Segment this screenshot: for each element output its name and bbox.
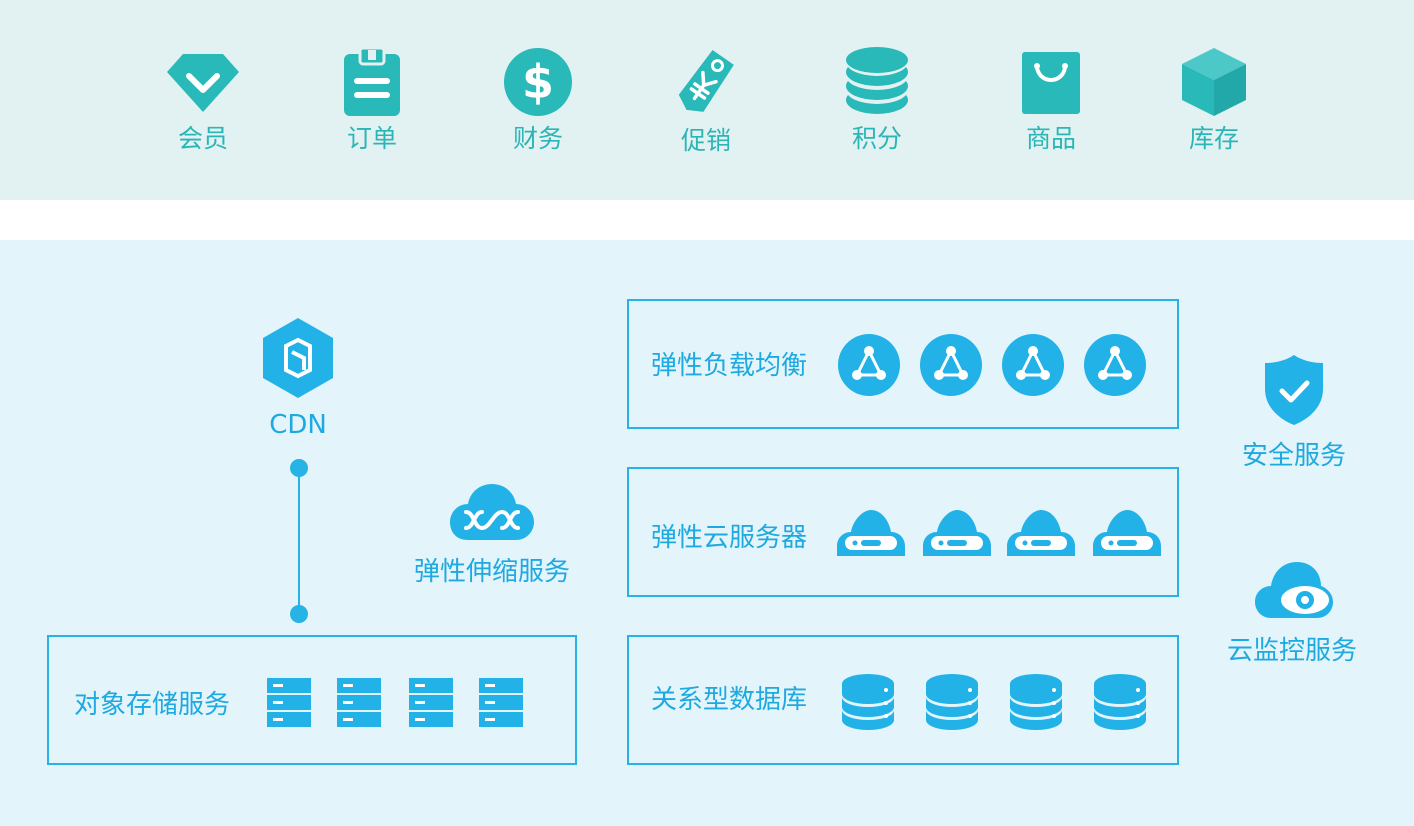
- module-goods-label: 商品: [1025, 124, 1076, 153]
- connector-dot-bottom: [290, 605, 308, 623]
- module-points-label: 积分: [851, 124, 902, 153]
- module-member-label: 会员: [177, 124, 228, 153]
- module-member[interactable]: 会员: [143, 46, 263, 154]
- shopping-bag-icon: [1022, 52, 1080, 114]
- relational-db-label: 关系型数据库: [651, 685, 808, 715]
- diamond-icon: [167, 54, 239, 112]
- cloud-server-icon: [1093, 510, 1161, 556]
- cdn-storage-connector: [298, 468, 300, 614]
- cube-icon: [1182, 48, 1246, 116]
- module-finance[interactable]: $ 财务: [478, 46, 598, 154]
- price-tag-icon: [678, 49, 734, 112]
- object-storage-label: 对象存储服务: [74, 690, 231, 720]
- server-rack-icon: [337, 678, 381, 727]
- svg-text:$: $: [522, 55, 554, 109]
- database-icon: [926, 674, 978, 730]
- shield-check-icon: [1265, 355, 1323, 425]
- cloud-server-label: 弹性云服务器: [651, 523, 808, 553]
- coin-stack-icon: [846, 47, 908, 114]
- module-order[interactable]: 订单: [312, 46, 432, 154]
- database-icon: [1094, 674, 1146, 730]
- security-label: 安全服务: [1241, 441, 1346, 471]
- cdn-label: CDN: [269, 410, 327, 440]
- database-icon: [842, 674, 894, 730]
- module-inventory[interactable]: 库存: [1154, 46, 1274, 154]
- monitoring-label: 云监控服务: [1226, 636, 1357, 666]
- cloud-eye-icon: [1255, 562, 1333, 618]
- server-rack-icon: [409, 678, 453, 727]
- server-rack-icon: [479, 678, 523, 727]
- load-balancer-label: 弹性负载均衡: [651, 351, 808, 381]
- cdn-hexagon-icon: [263, 318, 333, 398]
- database-icon: [1010, 674, 1062, 730]
- network-node-icon: [920, 334, 982, 396]
- network-node-icon: [838, 334, 900, 396]
- module-finance-label: 财务: [512, 124, 563, 153]
- module-promotion[interactable]: 促销: [646, 46, 766, 156]
- dollar-icon: $: [504, 48, 572, 116]
- module-order-label: 订单: [346, 124, 397, 153]
- clipboard-icon: [344, 46, 400, 116]
- module-goods[interactable]: 商品: [991, 46, 1111, 154]
- module-inventory-label: 库存: [1188, 124, 1239, 153]
- cloud-server-icon: [837, 510, 905, 556]
- scaling-cloud-icon: [450, 484, 534, 540]
- network-node-icon: [1084, 334, 1146, 396]
- server-rack-icon: [267, 678, 311, 727]
- network-node-icon: [1002, 334, 1064, 396]
- module-points[interactable]: 积分: [817, 46, 937, 154]
- cloud-server-icon: [923, 510, 991, 556]
- auto-scaling-label: 弹性伸缩服务: [413, 557, 570, 587]
- module-promotion-label: 促销: [680, 126, 731, 155]
- cloud-server-icon: [1007, 510, 1075, 556]
